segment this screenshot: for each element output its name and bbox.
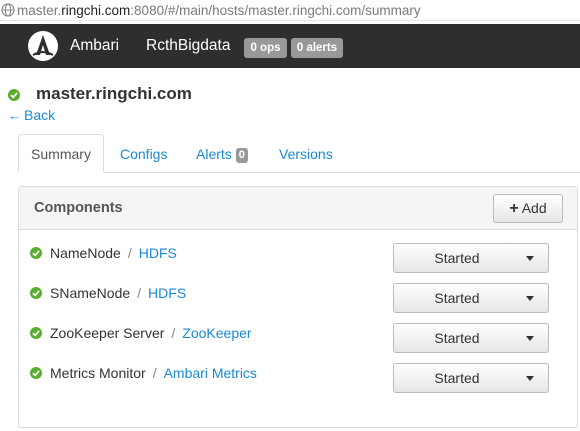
cluster-name[interactable]: RcthBigdata <box>146 37 230 55</box>
tab-alerts[interactable]: Alerts 0 <box>196 146 248 163</box>
host-title: master.ringchi.com <box>36 84 192 103</box>
globe-icon <box>1 3 15 17</box>
state-label: Started <box>434 370 480 386</box>
service-link[interactable]: HDFS <box>139 245 177 261</box>
back-arrow-icon[interactable]: ← <box>8 108 21 123</box>
component-state-dropdown[interactable]: Started <box>393 323 549 353</box>
component-row: Metrics Monitor / Ambari Metrics Started <box>19 352 577 393</box>
separator: / <box>171 325 176 341</box>
back-link[interactable]: Back <box>24 107 55 123</box>
service-link[interactable]: ZooKeeper <box>182 325 251 341</box>
address-bar[interactable]: master. ringchi.com:8080/#/main/hosts/mas… <box>0 0 580 21</box>
alerts-count-badge: 0 <box>235 148 248 163</box>
component-row: ZooKeeper Server / ZooKeeper Started <box>19 312 577 353</box>
tab-versions[interactable]: Versions <box>279 146 333 162</box>
component-state-dropdown[interactable]: Started <box>393 243 549 273</box>
ambari-logo-icon[interactable] <box>27 30 59 62</box>
add-button-label: Add <box>521 200 547 216</box>
separator: / <box>137 285 142 301</box>
separator: / <box>127 245 132 261</box>
url-prefix: master. <box>17 2 62 18</box>
caret-down-icon <box>526 256 534 261</box>
tab-summary[interactable]: Summary <box>18 134 104 173</box>
plus-icon: + <box>509 200 519 217</box>
component-state-dropdown[interactable]: Started <box>393 283 549 313</box>
state-label: Started <box>434 250 480 266</box>
url-path: :8080/#/main/hosts/master.ringchi.com/su… <box>130 2 421 18</box>
add-component-button[interactable]: + Add <box>493 194 563 223</box>
component-row: NameNode / HDFS Started <box>19 232 577 273</box>
state-label: Started <box>434 330 480 346</box>
caret-down-icon <box>526 296 534 301</box>
state-label: Started <box>434 290 480 306</box>
status-ok-icon <box>30 287 42 299</box>
brand-name[interactable]: Ambari <box>70 37 119 55</box>
component-state-dropdown[interactable]: Started <box>393 363 549 393</box>
separator: / <box>152 365 157 381</box>
component-name[interactable]: Metrics Monitor <box>50 365 146 381</box>
components-panel: Components + Add NameNode / HDFS Started SN… <box>18 186 578 428</box>
components-panel-header: Components + Add <box>19 187 577 230</box>
url-host: ringchi.com <box>61 2 131 18</box>
components-title: Components <box>34 200 123 216</box>
service-link[interactable]: Ambari Metrics <box>164 365 257 381</box>
status-ok-icon <box>30 327 42 339</box>
ops-badge[interactable]: 0 ops <box>244 38 287 58</box>
service-link[interactable]: HDFS <box>148 285 186 301</box>
component-row: SNameNode / HDFS Started <box>19 272 577 313</box>
status-ok-icon <box>30 367 42 379</box>
component-name[interactable]: SNameNode <box>50 285 130 301</box>
caret-down-icon <box>526 376 534 381</box>
host-status-ok-icon <box>8 89 20 101</box>
tab-configs[interactable]: Configs <box>120 146 167 162</box>
alerts-badge[interactable]: 0 alerts <box>291 38 343 58</box>
tab-alerts-label: Alerts <box>196 146 232 162</box>
component-name[interactable]: NameNode <box>50 245 121 261</box>
caret-down-icon <box>526 336 534 341</box>
status-ok-icon <box>30 247 42 259</box>
component-name[interactable]: ZooKeeper Server <box>50 325 164 341</box>
